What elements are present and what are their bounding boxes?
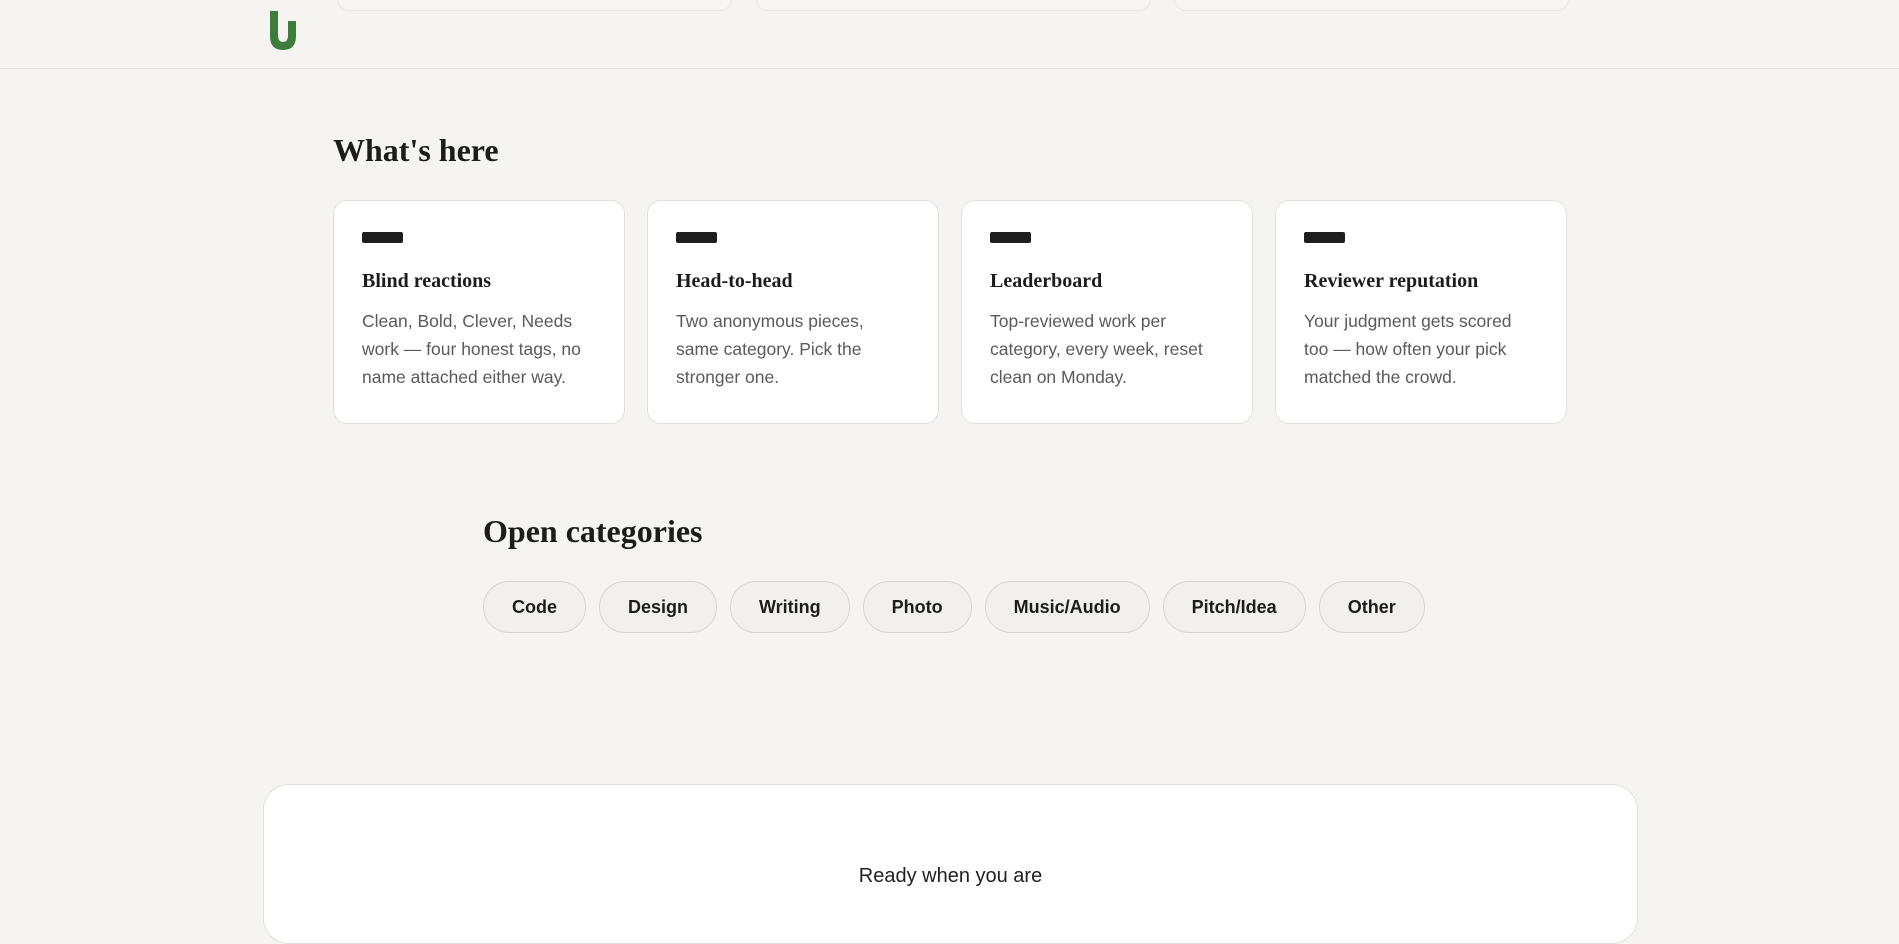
feature-card-title: Blind reactions — [362, 270, 492, 292]
feature-card-title: Leaderboard — [990, 270, 1103, 292]
category-chip-music-audio[interactable]: Music/Audio — [984, 581, 1150, 633]
bar-icon — [676, 232, 717, 243]
bar-icon — [362, 232, 403, 243]
cta-heading: Ready when you are — [858, 865, 1043, 887]
feature-card-desc: Your judgment gets scored too — how ofte… — [1304, 311, 1512, 387]
feature-card-blind-reactions: Blind reactions Clean, Bold, Clever, Nee… — [333, 200, 625, 424]
cta-panel: Ready when you are — [263, 784, 1638, 944]
category-chip-other[interactable]: Other — [1318, 581, 1425, 633]
feature-card-leaderboard: Leaderboard Top-reviewed work per catego… — [961, 200, 1253, 424]
category-chips: Code Design Writing Photo Music/Audio Pi… — [483, 581, 1425, 633]
top-nav-card-3 — [1174, 0, 1569, 11]
category-chip-writing[interactable]: Writing — [730, 581, 850, 633]
feature-card-title: Reviewer reputation — [1304, 270, 1479, 292]
bar-icon — [1304, 232, 1345, 243]
feature-cards: Blind reactions Clean, Bold, Clever, Nee… — [333, 200, 1567, 424]
whats-here-title: What's here — [333, 132, 499, 168]
feature-card-desc: Two anonymous pieces, same category. Pic… — [676, 311, 864, 387]
category-chip-design[interactable]: Design — [599, 581, 718, 633]
category-chip-photo[interactable]: Photo — [862, 581, 972, 633]
top-bar — [0, 0, 1899, 69]
bar-icon — [990, 232, 1031, 243]
feature-card-desc: Top-reviewed work per category, every we… — [990, 311, 1203, 387]
top-nav-card-2 — [756, 0, 1151, 11]
category-chip-code[interactable]: Code — [483, 581, 586, 633]
feature-card-desc: Clean, Bold, Clever, Needs work — four h… — [362, 311, 581, 387]
top-nav-card-1 — [337, 0, 732, 11]
feature-card-head-to-head: Head-to-head Two anonymous pieces, same … — [647, 200, 939, 424]
open-categories-title: Open categories — [483, 513, 703, 549]
feature-card-reviewer-reputation: Reviewer reputation Your judgment gets s… — [1275, 200, 1567, 424]
u-logo-icon[interactable] — [267, 9, 299, 51]
category-chip-pitch-idea[interactable]: Pitch/Idea — [1162, 581, 1306, 633]
feature-card-title: Head-to-head — [676, 270, 793, 292]
